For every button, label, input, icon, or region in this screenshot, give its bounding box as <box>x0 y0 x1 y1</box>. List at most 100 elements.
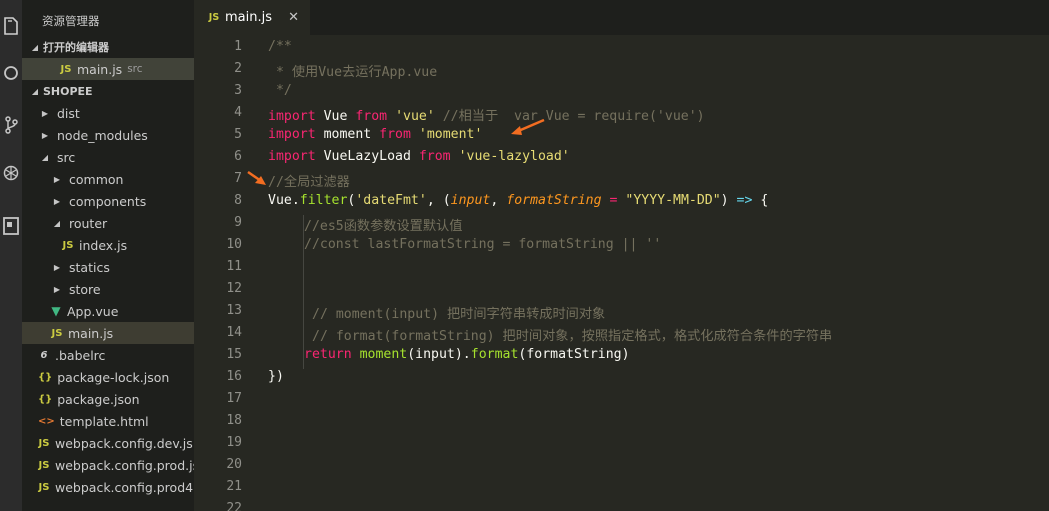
babel-file-icon: 6 <box>40 349 48 361</box>
tree-item-label: .babelrc <box>55 347 106 363</box>
tree-item-label: common <box>69 171 124 187</box>
js-file-icon: JS <box>38 437 50 449</box>
explorer-icon[interactable] <box>0 13 22 39</box>
line-number: 2 <box>234 61 242 76</box>
tree-item-label: router <box>69 215 108 231</box>
tree-item-label: webpack.config.dev.js <box>55 435 193 451</box>
tree-item-label: src <box>57 149 76 165</box>
tree-item-label: dist <box>57 105 80 121</box>
code-line-3: */ <box>268 83 292 98</box>
activity-bar <box>0 0 22 511</box>
js-file-icon: JS <box>51 327 63 339</box>
tree-item-template-html[interactable]: <> template.html <box>22 410 194 432</box>
explorer-title: 资源管理器 <box>42 14 100 28</box>
chevron-right-icon: ▶ <box>53 196 61 206</box>
tree-item-node-modules[interactable]: ▶ node_modules <box>22 124 194 146</box>
open-editors-label: 打开的编辑器 <box>43 41 109 54</box>
tree-item-webpack-dev[interactable]: JS webpack.config.dev.js <box>22 432 194 454</box>
chevron-down-icon: ◢ <box>53 218 61 228</box>
line-number: 17 <box>226 391 242 406</box>
chevron-down-icon: ◢ <box>31 86 39 96</box>
tree-item-src[interactable]: ◢ src <box>22 146 194 168</box>
code-line-2: * 使用Vue去运行App.vue <box>268 65 438 80</box>
tree-item-store[interactable]: ▶ store <box>22 278 194 300</box>
line-number: 5 <box>234 127 242 142</box>
tree-item-common[interactable]: ▶ common <box>22 168 194 190</box>
tree-item-label: package-lock.json <box>57 369 170 385</box>
project-label: SHOPEE <box>43 84 93 98</box>
tree-item-label: main.js <box>68 325 114 341</box>
tree-item-app-vue[interactable]: ▼ App.vue <box>22 300 194 322</box>
chevron-down-icon: ◢ <box>41 152 49 162</box>
debug-icon[interactable] <box>0 160 22 186</box>
tree-item-components[interactable]: ▶ components <box>22 190 194 212</box>
line-number: 20 <box>226 457 242 472</box>
open-editor-folder: src <box>127 63 143 75</box>
tree-item-babelrc[interactable]: 6 .babelrc <box>22 344 194 366</box>
tree-item-label: App.vue <box>67 303 119 319</box>
code-line-7: //全局过滤器 <box>268 175 350 190</box>
line-number: 4 <box>234 105 242 120</box>
close-icon[interactable]: ✕ <box>288 10 299 25</box>
tree-item-dist[interactable]: ▶ dist <box>22 102 194 124</box>
code-editor[interactable]: 1 2 3 4 5 6 7 8 9 10 11 12 13 14 15 16 1… <box>194 35 1049 511</box>
tree-item-package-json[interactable]: {} package.json <box>22 388 194 410</box>
line-number: 19 <box>226 435 242 450</box>
js-file-icon: JS <box>38 481 50 493</box>
tree-item-webpack-prod[interactable]: JS webpack.config.prod.js <box>22 454 194 476</box>
tab-label: main.js <box>225 10 272 25</box>
tree-item-label: template.html <box>59 413 149 429</box>
code-line-15: return moment(input).format(formatString… <box>304 347 630 362</box>
code-line-14: // format(formatString) 把时间对象，按照指定格式，格式化… <box>312 329 833 344</box>
code-line-1: /** <box>268 39 292 54</box>
tree-item-router[interactable]: ◢ router <box>22 212 194 234</box>
tree-item-index-js[interactable]: JS index.js <box>22 234 194 256</box>
line-number: 22 <box>226 501 242 511</box>
tab-main-js[interactable]: JS main.js ✕ <box>194 0 310 35</box>
line-number: 13 <box>226 303 242 318</box>
line-number: 11 <box>226 259 242 274</box>
annotation-arrow-icon <box>511 118 545 135</box>
tree-item-package-lock-json[interactable]: {} package-lock.json <box>22 366 194 388</box>
source-control-icon[interactable] <box>0 112 22 138</box>
project-header[interactable]: ◢ SHOPEE <box>22 80 194 102</box>
chevron-right-icon: ▶ <box>53 174 61 184</box>
json-file-icon: {} <box>38 393 53 405</box>
search-icon[interactable] <box>0 60 22 86</box>
code-line-6: import VueLazyLoad from 'vue-lazyload' <box>268 149 570 164</box>
js-file-icon: JS <box>38 459 50 471</box>
line-number: 16 <box>226 369 242 384</box>
js-file-icon: JS <box>62 239 74 251</box>
code-line-9: //es5函数参数设置默认值 <box>304 219 463 234</box>
tree-item-webpack-prod4[interactable]: JS webpack.config.prod4... <box>22 476 194 498</box>
code-line-13: // moment(input) 把时间字符串转成时间对象 <box>312 307 606 322</box>
annotation-arrow-icon <box>247 170 266 185</box>
chevron-right-icon: ▶ <box>53 284 61 294</box>
code-line-5: import moment from 'moment' <box>268 127 483 142</box>
json-file-icon: {} <box>38 371 53 383</box>
js-file-icon: JS <box>60 63 72 75</box>
open-editor-item-main-js[interactable]: JS main.js src <box>22 58 194 80</box>
line-number: 21 <box>226 479 242 494</box>
extensions-icon[interactable] <box>0 213 22 239</box>
tree-item-label: index.js <box>79 237 128 253</box>
html-file-icon: <> <box>38 415 55 427</box>
code-line-16: }) <box>268 369 284 384</box>
chevron-right-icon: ▶ <box>41 130 49 140</box>
line-number: 10 <box>226 237 242 252</box>
line-number: 6 <box>234 149 242 164</box>
open-editors-header[interactable]: ◢ 打开的编辑器 <box>22 36 194 58</box>
open-editor-filename: main.js <box>77 61 123 77</box>
line-number: 8 <box>234 193 242 208</box>
tree-item-main-js[interactable]: JS main.js <box>22 322 194 344</box>
line-number: 14 <box>226 325 242 340</box>
tree-item-statics[interactable]: ▶ statics <box>22 256 194 278</box>
tree-item-label: components <box>69 193 147 209</box>
vue-file-icon: ▼ <box>51 304 61 318</box>
tree-item-label: webpack.config.prod4... <box>55 479 194 495</box>
chevron-right-icon: ▶ <box>41 108 49 118</box>
tree-item-label: node_modules <box>57 127 148 143</box>
line-number: 18 <box>226 413 242 428</box>
chevron-down-icon: ◢ <box>31 42 39 52</box>
line-number: 9 <box>234 215 242 230</box>
